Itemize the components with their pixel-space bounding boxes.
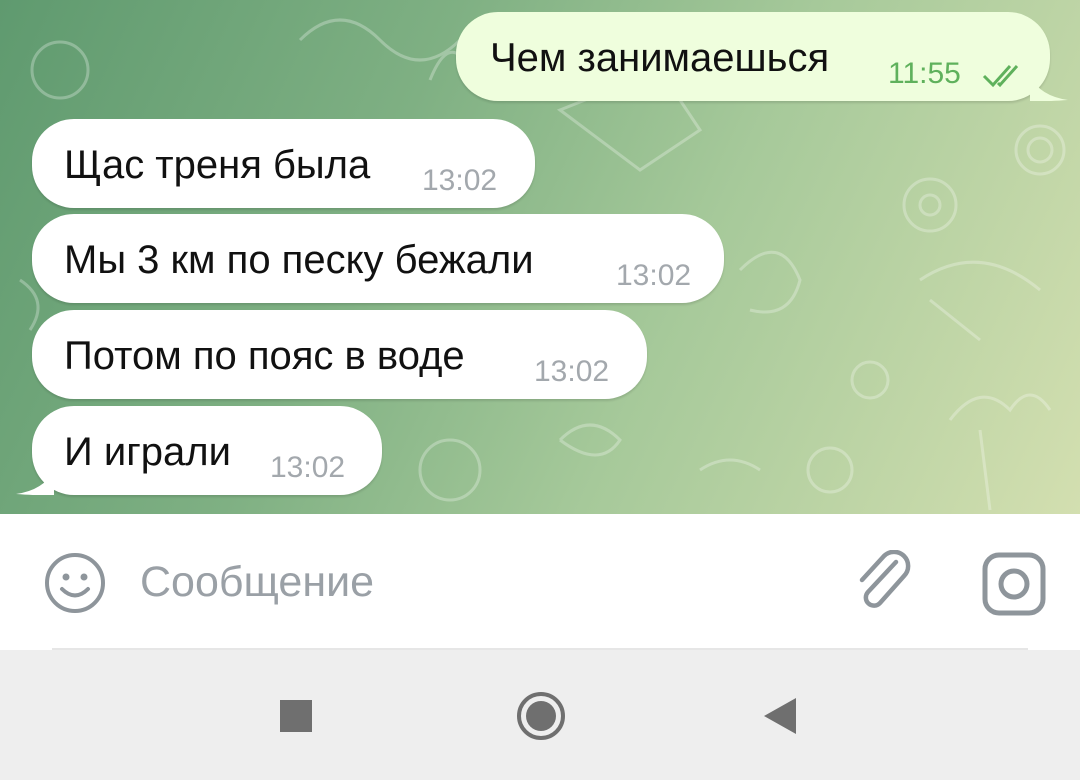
message-text: Щас треня была — [64, 143, 371, 187]
message-time: 13:02 — [422, 164, 498, 197]
message-text: Потом по пояс в воде — [64, 334, 465, 378]
message-bubble-incoming[interactable]: Мы 3 км по песку бежали 13:02 — [32, 214, 724, 303]
paperclip-icon[interactable] — [852, 550, 916, 616]
message-time: 13:02 — [616, 259, 692, 292]
smiley-icon[interactable] — [44, 552, 106, 614]
home-circle-icon[interactable] — [515, 690, 567, 742]
message-bubble-incoming[interactable]: Потом по пояс в воде 13:02 — [32, 310, 647, 399]
message-text: Мы 3 км по песку бежали — [64, 238, 534, 282]
message-time: 13:02 — [534, 355, 610, 388]
message-bubble-outgoing[interactable]: Чем занимаешься 11:55 — [456, 12, 1050, 101]
system-navigation-bar — [0, 650, 1080, 780]
message-text: Чем занимаешься — [490, 36, 830, 80]
back-triangle-icon[interactable] — [764, 698, 798, 734]
message-bubble-incoming[interactable]: И играли 13:02 — [32, 406, 382, 495]
recents-square-icon[interactable] — [280, 700, 312, 732]
bubble-tail-incoming — [16, 470, 54, 495]
message-input[interactable]: Сообщение — [140, 558, 374, 606]
message-bubble-incoming[interactable]: Щас треня была 13:02 — [32, 119, 535, 208]
message-time: 13:02 — [270, 451, 346, 484]
bubble-tail-outgoing — [1030, 76, 1068, 101]
chat-area: Чем занимаешься 11:55 Щас треня была 13:… — [0, 0, 1080, 514]
message-time: 11:55 — [888, 57, 961, 90]
camera-icon[interactable] — [982, 552, 1046, 616]
message-text: И играли — [64, 430, 231, 474]
message-composer: Сообщение — [0, 514, 1080, 650]
double-check-icon — [982, 64, 1019, 88]
